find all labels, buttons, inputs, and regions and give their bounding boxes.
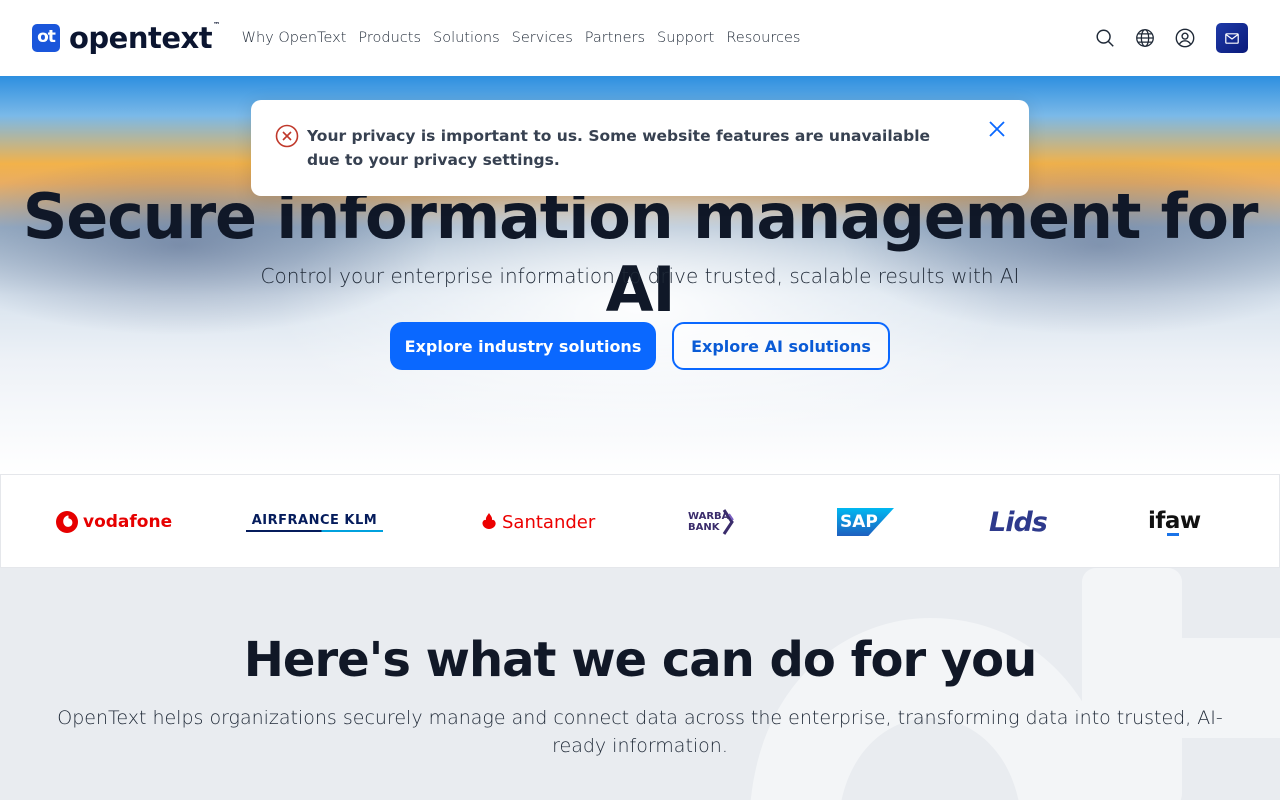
nav-support[interactable]: Support (657, 30, 714, 46)
explore-industry-solutions-button[interactable]: Explore industry solutions (390, 322, 656, 370)
nav-solutions[interactable]: Solutions (433, 30, 500, 46)
hero-cta-row: Explore industry solutions Explore AI so… (0, 322, 1280, 370)
warba-bank-wordmark: WARBA BANK (688, 511, 730, 533)
opentext-logo[interactable]: ot opentext™ (32, 21, 220, 55)
nav-products[interactable]: Products (358, 30, 421, 46)
site-header: ot opentext™ Why OpenText Products Solut… (0, 0, 1280, 76)
logo-wordmark: opentext™ (69, 21, 220, 55)
what-we-do-section: Here's what we can do for you OpenText h… (0, 568, 1280, 800)
logo-santander: Santander (479, 475, 595, 569)
logo-sap: SAP (837, 475, 894, 569)
section-title: Here's what we can do for you (243, 632, 1038, 688)
header-actions (1094, 23, 1248, 53)
logo-lids: Lids (989, 475, 1048, 569)
logo-mark: ot (32, 24, 60, 52)
nav-partners[interactable]: Partners (585, 30, 645, 46)
section-description: OpenText helps organizations securely ma… (57, 707, 1223, 757)
close-icon[interactable] (987, 119, 1007, 139)
nav-why-opentext[interactable]: Why OpenText (242, 30, 347, 46)
ifaw-wordmark: ifaw (1148, 507, 1201, 534)
airfrance-klm-wordmark: AIRFRANCE KLM (251, 512, 378, 528)
hero-subtitle: Control your enterprise information to d… (260, 264, 1020, 288)
hero-title: Secure information management for AI (22, 180, 1259, 326)
ifaw-underline (1167, 532, 1179, 536)
error-circle-icon (275, 124, 299, 148)
contact-button[interactable] (1216, 23, 1248, 53)
vodafone-wordmark: vodafone (83, 512, 173, 532)
explore-ai-solutions-button[interactable]: Explore AI solutions (672, 322, 890, 370)
vodafone-icon (56, 511, 78, 533)
logo-vodafone: vodafone (55, 475, 172, 569)
lids-wordmark: Lids (989, 506, 1048, 538)
warba-chevron-icon (722, 509, 734, 535)
sap-badge: SAP (837, 508, 894, 536)
santander-wordmark: Santander (502, 511, 596, 533)
nav-resources[interactable]: Resources (726, 30, 800, 46)
main-nav: Why OpenText Products Solutions Services… (242, 30, 801, 46)
logo-warba-bank: WARBA BANK (688, 475, 736, 569)
privacy-notice-text: Your privacy is important to us. Some we… (307, 127, 931, 169)
nav-services[interactable]: Services (512, 30, 573, 46)
search-icon[interactable] (1094, 27, 1116, 49)
mail-icon (1225, 32, 1239, 44)
privacy-notice-toast: Your privacy is important to us. Some we… (251, 100, 1029, 196)
globe-icon[interactable] (1134, 27, 1156, 49)
logo-ifaw: ifaw (1148, 475, 1201, 569)
airfrance-underline (246, 529, 383, 532)
logo-airfrance-klm: AIRFRANCE KLM (246, 475, 383, 569)
customer-logo-strip: vodafone AIRFRANCE KLM Santander WARBA B… (0, 474, 1280, 568)
sap-wordmark: SAP (840, 512, 878, 532)
user-icon[interactable] (1174, 27, 1196, 49)
santander-flame-icon (482, 513, 496, 529)
